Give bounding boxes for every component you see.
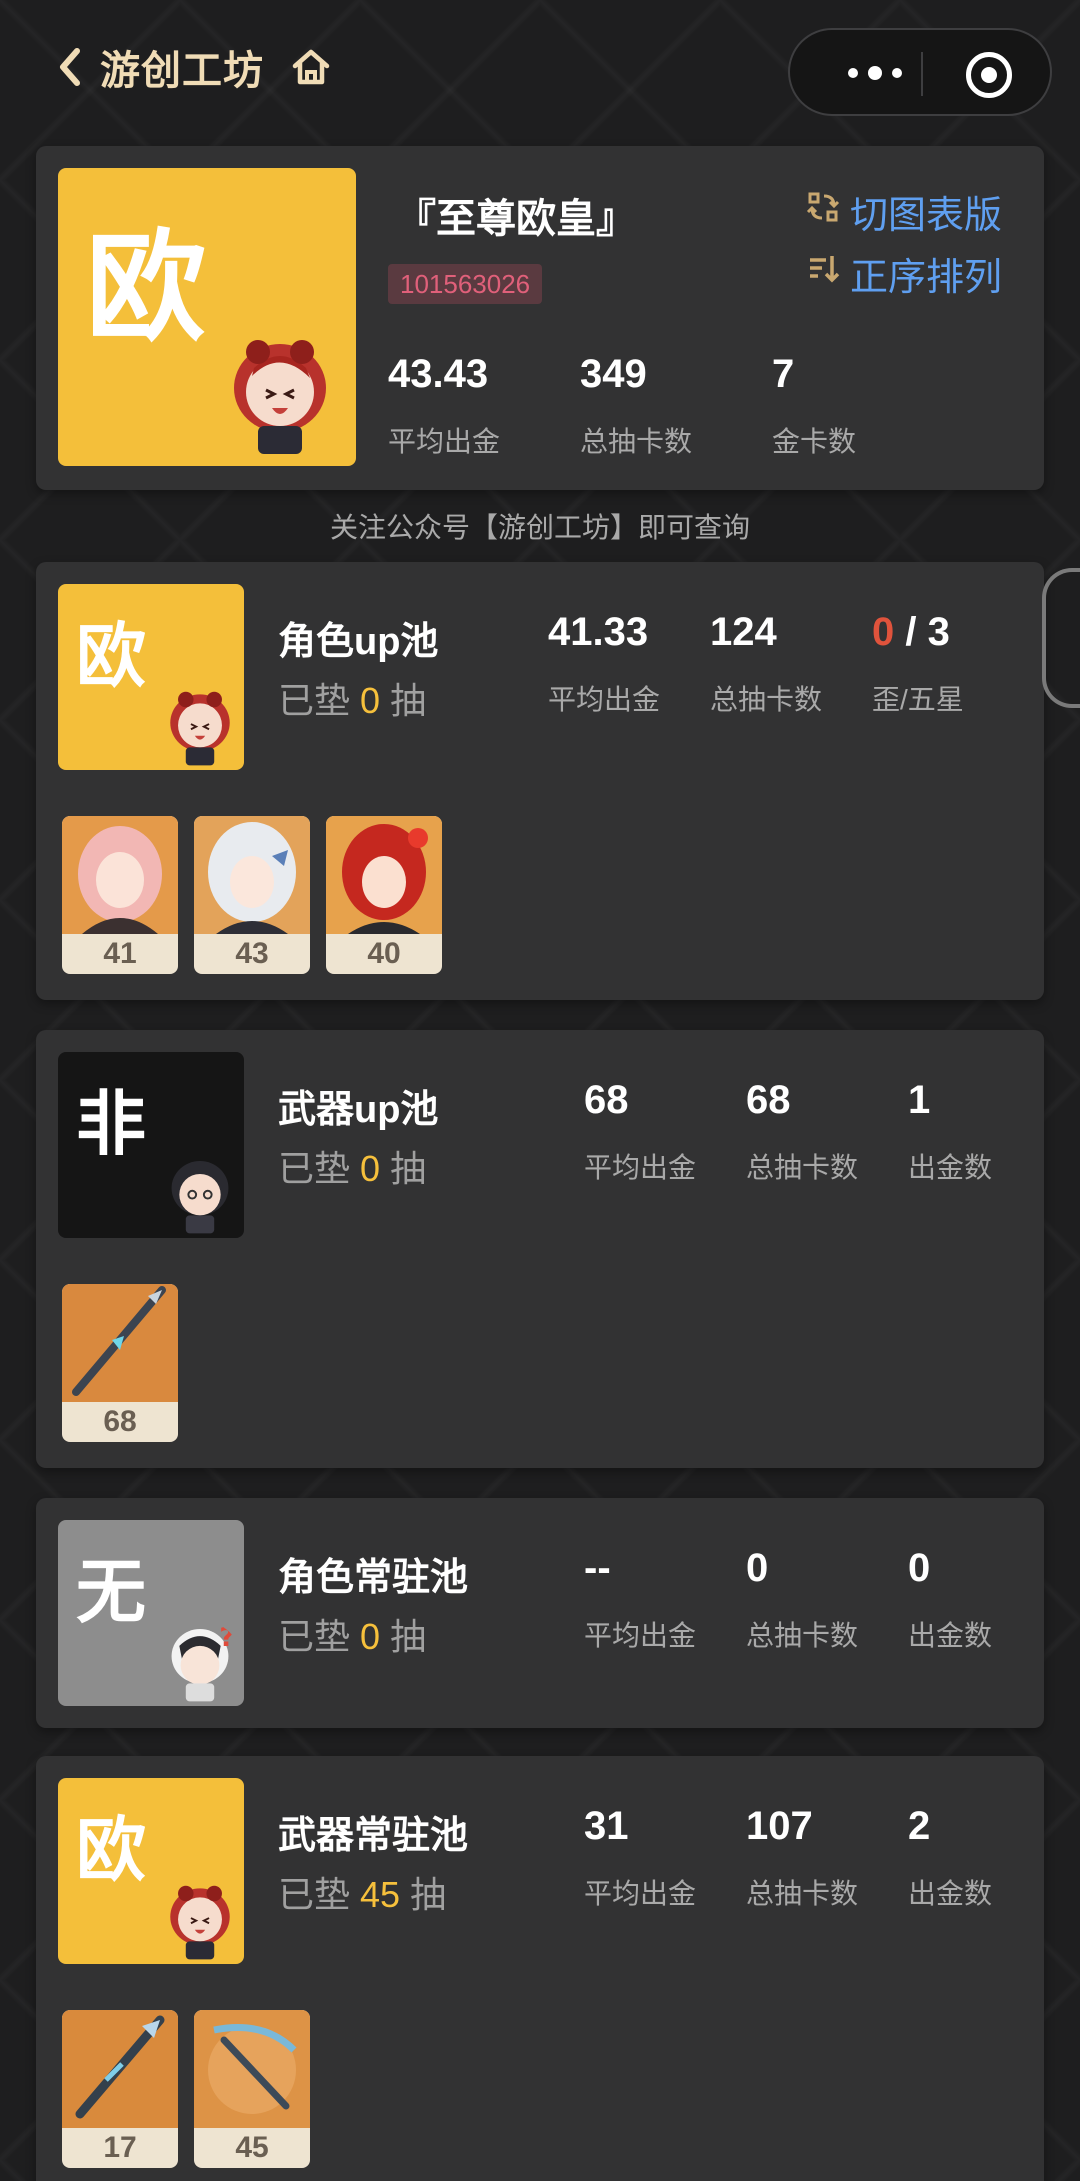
pull-count: 17 — [103, 2131, 137, 2164]
avg-gold-label: 平均出金 — [388, 426, 501, 457]
pool-card: 欧 角色up池 已垫 0 抽 41.33 平均出金 124 总抽卡数 0 / 3… — [36, 562, 1044, 1000]
sort-order-link[interactable]: 正序排列 — [850, 246, 1002, 301]
uid-badge: 101563026 — [388, 264, 543, 304]
total-pulls-label: 总抽卡数 — [746, 1878, 859, 1909]
gold-count-label: 金卡数 — [772, 426, 857, 457]
pity-text: 已垫 0 抽 — [278, 1616, 427, 1657]
pull-count: 68 — [103, 1405, 137, 1438]
chibi-question-avatar-icon: ? — [171, 1623, 234, 1702]
sort-icon — [810, 256, 840, 283]
character-white-portrait-icon — [194, 816, 310, 934]
avg-gold-value: 43.43 — [388, 352, 489, 396]
pity-text: 已垫 45 抽 — [278, 1874, 447, 1915]
badge-char: 欧 — [76, 615, 146, 697]
badge-char: 欧 — [86, 219, 206, 358]
badge-char: 非 — [76, 1083, 146, 1165]
pool-badge: 无 ? — [58, 1520, 244, 1706]
avg-gold-label: 平均出金 — [584, 1152, 697, 1183]
pull-count: 45 — [235, 2131, 269, 2164]
swap-icon — [806, 192, 840, 222]
gold-count-value: 1 — [908, 1078, 931, 1122]
chibi-avatar-icon — [225, 330, 338, 454]
total-pulls-label: 总抽卡数 — [710, 684, 823, 715]
chevron-left-icon — [60, 48, 80, 86]
total-pulls-value: 68 — [746, 1078, 791, 1122]
page-title: 游创工坊 — [100, 49, 264, 93]
weapon-card[interactable]: 68 — [62, 1284, 178, 1442]
close-target-icon[interactable] — [966, 52, 1012, 98]
home-icon[interactable] — [290, 46, 332, 88]
weapon-card[interactable]: 17 — [62, 2010, 178, 2168]
pool-name: 武器常驻池 — [278, 1815, 469, 1857]
avg-gold-value: 41.33 — [548, 610, 649, 654]
weapon-scythe-icon — [194, 2010, 310, 2128]
character-card[interactable]: 43 — [194, 816, 310, 974]
character-red-portrait-icon — [326, 816, 442, 934]
capsule-divider — [921, 52, 923, 96]
pool-name: 角色常驻池 — [278, 1557, 469, 1599]
total-pulls-value: 349 — [580, 352, 647, 396]
weapon-spear-icon — [62, 1284, 178, 1402]
character-card[interactable]: 40 — [326, 816, 442, 974]
user-title: 『至尊欧皇』 — [396, 197, 636, 241]
chibi-avatar-icon — [170, 1885, 230, 1960]
switch-chart-view-link[interactable]: 切图表版 — [850, 184, 1002, 239]
total-pulls-label: 总抽卡数 — [746, 1152, 859, 1183]
back-button[interactable] — [50, 42, 90, 92]
offrate-value: 0 / 3 — [872, 610, 950, 654]
pool-card: 无 ? 角色常驻池 已垫 0 抽 -- 平均出金 0 总抽卡数 0 出金数 — [36, 1498, 1044, 1728]
total-pulls-value: 124 — [710, 610, 777, 654]
pull-count: 40 — [367, 937, 401, 970]
pool-badge: 欧 — [58, 584, 244, 770]
badge-char: 无 — [76, 1551, 146, 1633]
pool-badge: 非 — [58, 1052, 244, 1238]
gold-count-label: 出金数 — [908, 1878, 993, 1909]
weapon-card[interactable]: 45 — [194, 2010, 310, 2168]
profile-badge: 欧 — [58, 168, 356, 466]
total-pulls-label: 总抽卡数 — [746, 1620, 859, 1651]
gold-count-value: 7 — [772, 352, 795, 396]
gold-count-label: 出金数 — [908, 1620, 993, 1651]
badge-char: 欧 — [76, 1809, 146, 1891]
weapon-blade-icon — [62, 2010, 178, 2128]
gold-count-value: 0 — [908, 1546, 931, 1590]
chibi-avatar-icon — [170, 691, 230, 766]
avg-gold-value: 68 — [584, 1078, 629, 1122]
character-card[interactable]: 41 — [62, 816, 178, 974]
chibi-boy-avatar-icon — [171, 1161, 229, 1234]
pull-count: 43 — [235, 937, 269, 970]
total-pulls-label: 总抽卡数 — [580, 426, 693, 457]
avg-gold-value: 31 — [584, 1804, 629, 1848]
svg-text:?: ? — [219, 1623, 234, 1653]
pool-name: 角色up池 — [278, 621, 439, 663]
pity-text: 已垫 0 抽 — [278, 680, 427, 721]
avg-gold-label: 平均出金 — [584, 1878, 697, 1909]
pool-name: 武器up池 — [278, 1089, 439, 1131]
gold-count-label: 出金数 — [908, 1152, 993, 1183]
side-drawer-handle[interactable] — [1042, 568, 1080, 708]
mini-program-capsule — [788, 28, 1052, 116]
profile-card: 欧 『至尊欧皇』 101563026 切图表版 正序排列 43.43 平均出金 … — [36, 146, 1044, 490]
offrate-label: 歪/五星 — [872, 684, 964, 715]
total-pulls-value: 0 — [746, 1546, 769, 1590]
avg-gold-label: 平均出金 — [548, 684, 661, 715]
pool-card: 欧 武器常驻池 已垫 45 抽 31 平均出金 107 总抽卡数 2 出金数 1… — [36, 1756, 1044, 2181]
avg-gold-value: -- — [584, 1546, 611, 1590]
pity-text: 已垫 0 抽 — [278, 1148, 427, 1189]
notice-text: 关注公众号【游创工坊】即可查询 — [329, 512, 750, 543]
character-pink-portrait-icon — [62, 816, 178, 934]
pool-badge: 欧 — [58, 1778, 244, 1964]
gold-count-value: 2 — [908, 1804, 931, 1848]
avg-gold-label: 平均出金 — [584, 1620, 697, 1651]
total-pulls-value: 107 — [746, 1804, 813, 1848]
pull-count: 41 — [103, 937, 137, 970]
pool-card: 非 武器up池 已垫 0 抽 68 平均出金 68 总抽卡数 1 出金数 68 — [36, 1030, 1044, 1468]
nav-bar: 游创工坊 — [0, 0, 1080, 140]
more-menu-button[interactable] — [830, 58, 920, 88]
